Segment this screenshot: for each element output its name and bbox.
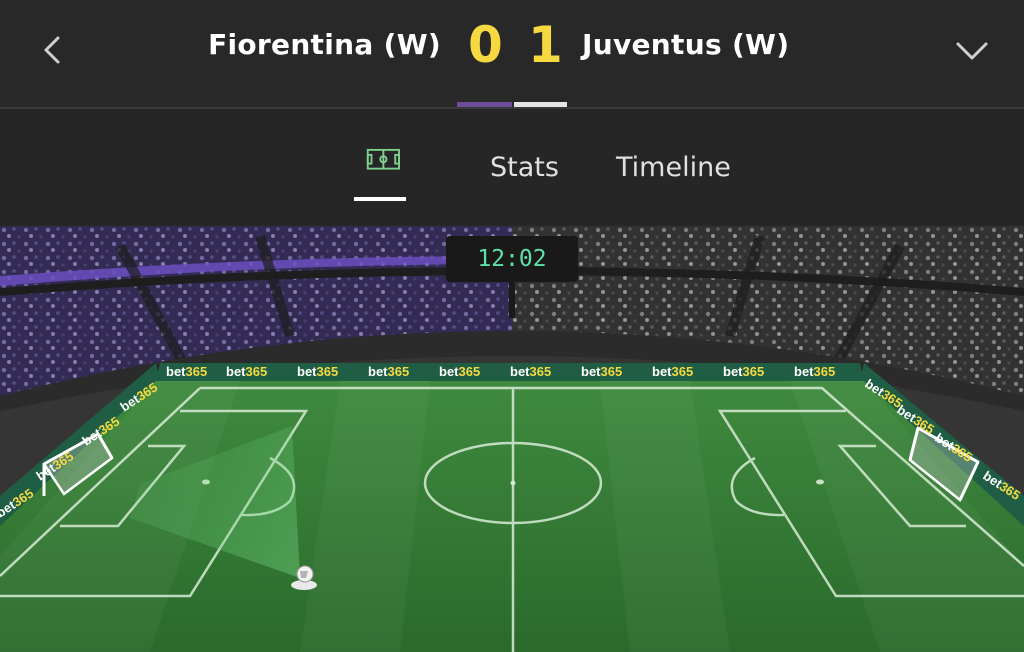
match-clock: 12:02: [446, 236, 578, 282]
tab-timeline[interactable]: Timeline: [616, 152, 731, 183]
match-header: Fiorentina (W) 0 1 Juventus (W): [0, 0, 1024, 108]
ad-board-text: bet365: [439, 364, 480, 379]
stadium-pitch-view: bet365 bet365 bet365 bet365 bet365 bet36…: [0, 226, 1024, 652]
ad-board-text: bet365: [226, 364, 267, 379]
home-team-name: Fiorentina (W): [208, 28, 441, 61]
home-score: 0: [468, 16, 503, 74]
ad-board-text: bet365: [166, 364, 207, 379]
ad-board-text: bet365: [723, 364, 764, 379]
active-tab-underline: [354, 197, 406, 201]
ad-board-text: bet365: [581, 364, 622, 379]
away-score: 1: [528, 16, 563, 74]
pitch-icon[interactable]: [356, 148, 412, 188]
ad-board-text: bet365: [794, 364, 835, 379]
ad-board-text: bet365: [510, 364, 551, 379]
tab-stats[interactable]: Stats: [490, 152, 559, 183]
ad-board-text: bet365: [652, 364, 693, 379]
back-chevron-icon[interactable]: [36, 30, 72, 70]
ad-board-text: bet365: [368, 364, 409, 379]
ad-board-text: bet365: [297, 364, 338, 379]
chevron-down-icon[interactable]: [950, 32, 994, 68]
away-team-name: Juventus (W): [582, 28, 790, 61]
